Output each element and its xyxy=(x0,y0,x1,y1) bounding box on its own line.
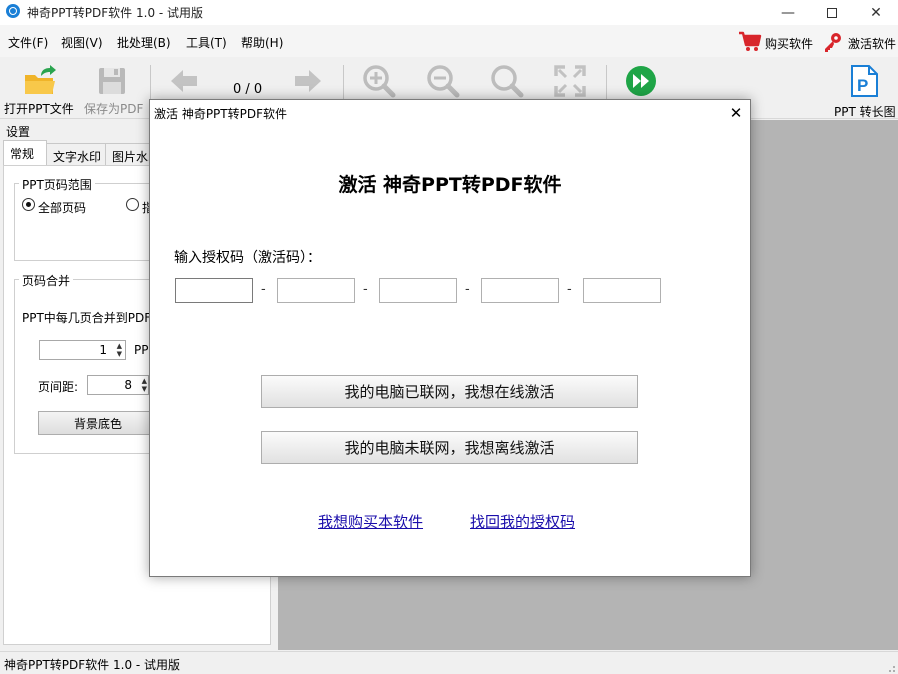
ppt-long-image-label: PPT 转长图 xyxy=(834,105,896,119)
page-merge-legend: 页码合并 xyxy=(19,272,74,289)
radio-specify-pages[interactable] xyxy=(126,198,139,211)
buy-software-label: 购买软件 xyxy=(765,37,814,51)
buy-software-button[interactable]: 购买软件 xyxy=(738,29,818,53)
radio-all-pages[interactable] xyxy=(22,198,35,211)
menu-view[interactable]: 视图(V) xyxy=(61,34,103,51)
activation-code-field-1[interactable] xyxy=(175,278,253,303)
background-color-button[interactable]: 背景底色 xyxy=(38,411,158,435)
menu-file[interactable]: 文件(F) xyxy=(8,34,48,51)
menu-tools[interactable]: 工具(T) xyxy=(186,34,227,51)
app-icon xyxy=(6,4,20,18)
page-spacing-stepper[interactable]: 8 ▲ ▼ xyxy=(87,375,149,395)
resize-grip-icon[interactable] xyxy=(884,661,896,673)
minimize-button[interactable]: — xyxy=(766,0,810,25)
window-title: 神奇PPT转PDF软件 1.0 - 试用版 xyxy=(27,6,204,20)
tab-text-watermark-label: 文字水印 xyxy=(53,150,102,164)
key-icon xyxy=(825,33,841,52)
recover-code-link[interactable]: 找回我的授权码 xyxy=(470,511,575,532)
menu-help[interactable]: 帮助(H) xyxy=(241,34,283,51)
close-button[interactable]: ✕ xyxy=(854,0,898,25)
activation-code-field-2[interactable] xyxy=(277,278,355,303)
tab-general-label: 常规 xyxy=(10,147,35,161)
spin-arrows-icon[interactable]: ▲ ▼ xyxy=(117,342,122,358)
tab-image-watermark[interactable]: 图片水印 xyxy=(105,143,151,165)
settings-title: 设置 xyxy=(6,125,31,139)
save-pdf-button[interactable]: 保存为PDF xyxy=(83,63,147,117)
spin-arrows-icon[interactable]: ▲ ▼ xyxy=(142,377,147,393)
code-separator: - xyxy=(465,282,470,297)
status-text: 神奇PPT转PDF软件 1.0 - 试用版 xyxy=(4,658,181,672)
online-activation-button[interactable]: 我的电脑已联网，我想在线激活 xyxy=(261,375,638,408)
tab-general[interactable]: 常规 xyxy=(3,140,47,165)
zoom-in-icon[interactable] xyxy=(362,64,396,98)
activation-code-field-4[interactable] xyxy=(481,278,559,303)
save-disk-icon xyxy=(99,68,125,94)
tab-image-watermark-label: 图片水印 xyxy=(112,150,150,164)
background-color-label: 背景底色 xyxy=(73,416,122,431)
open-ppt-button[interactable]: 打开PPT文件 xyxy=(4,63,78,117)
maximize-icon xyxy=(827,7,837,18)
menu-bar: 文件(F) 视图(V) 批处理(B) 工具(T) 帮助(H) 购买软件 激活软件 xyxy=(0,25,898,57)
activation-dialog: 激活 神奇PPT转PDF软件 ✕ 激活 神奇PPT转PDF软件 输入授权码（激活… xyxy=(149,99,751,577)
dialog-close-button[interactable]: ✕ xyxy=(722,102,750,124)
status-bar: 神奇PPT转PDF软件 1.0 - 试用版 xyxy=(0,651,898,674)
code-separator: - xyxy=(363,282,368,297)
save-pdf-label: 保存为PDF xyxy=(84,102,144,116)
open-folder-icon xyxy=(25,65,56,94)
page-range-group xyxy=(14,183,154,261)
code-separator: - xyxy=(261,282,266,297)
radio-all-pages-label: 全部页码 xyxy=(38,201,87,215)
activation-code-label: 输入授权码（激活码）： xyxy=(174,250,321,266)
open-ppt-label: 打开PPT文件 xyxy=(4,102,74,116)
svg-text:P: P xyxy=(857,76,868,95)
page-spacing-label: 页间距: xyxy=(38,380,79,394)
tab-text-watermark[interactable]: 文字水印 xyxy=(46,143,106,165)
zoom-out-icon[interactable] xyxy=(426,64,460,98)
activate-software-button[interactable]: 激活软件 xyxy=(822,29,898,53)
convert-start-icon[interactable] xyxy=(624,64,658,98)
previous-page-icon[interactable] xyxy=(169,68,199,94)
next-page-icon[interactable] xyxy=(293,68,323,94)
zoom-actual-icon[interactable] xyxy=(490,64,524,98)
activation-code-field-3[interactable] xyxy=(379,278,457,303)
ppt-file-icon: P xyxy=(851,65,878,97)
merge-unit-label: PP xyxy=(134,343,149,357)
fit-page-icon[interactable] xyxy=(553,64,587,98)
ppt-long-image-button[interactable]: P PPT 转长图 xyxy=(832,63,898,119)
activate-software-label: 激活软件 xyxy=(848,37,897,51)
dialog-heading: 激活 神奇PPT转PDF软件 xyxy=(338,174,562,196)
cart-icon xyxy=(739,31,762,51)
maximize-button[interactable] xyxy=(810,0,854,25)
page-spacing-value: 8 xyxy=(124,378,132,392)
code-separator: - xyxy=(567,282,572,297)
menu-batch[interactable]: 批处理(B) xyxy=(117,34,171,51)
dialog-title: 激活 神奇PPT转PDF软件 xyxy=(154,107,287,121)
page-range-legend: PPT页码范围 xyxy=(19,176,95,193)
activation-code-field-5[interactable] xyxy=(583,278,661,303)
offline-activation-button[interactable]: 我的电脑未联网，我想离线激活 xyxy=(261,431,638,464)
merge-description: PPT中每几页合并到PDF xyxy=(22,311,152,325)
page-counter: 0 / 0 xyxy=(233,82,263,97)
merge-pages-stepper[interactable]: 1 ▲ ▼ xyxy=(39,340,126,360)
title-bar: 神奇PPT转PDF软件 1.0 - 试用版 — ✕ xyxy=(0,0,898,25)
merge-pages-value: 1 xyxy=(99,343,107,357)
buy-software-link[interactable]: 我想购买本软件 xyxy=(318,511,423,532)
